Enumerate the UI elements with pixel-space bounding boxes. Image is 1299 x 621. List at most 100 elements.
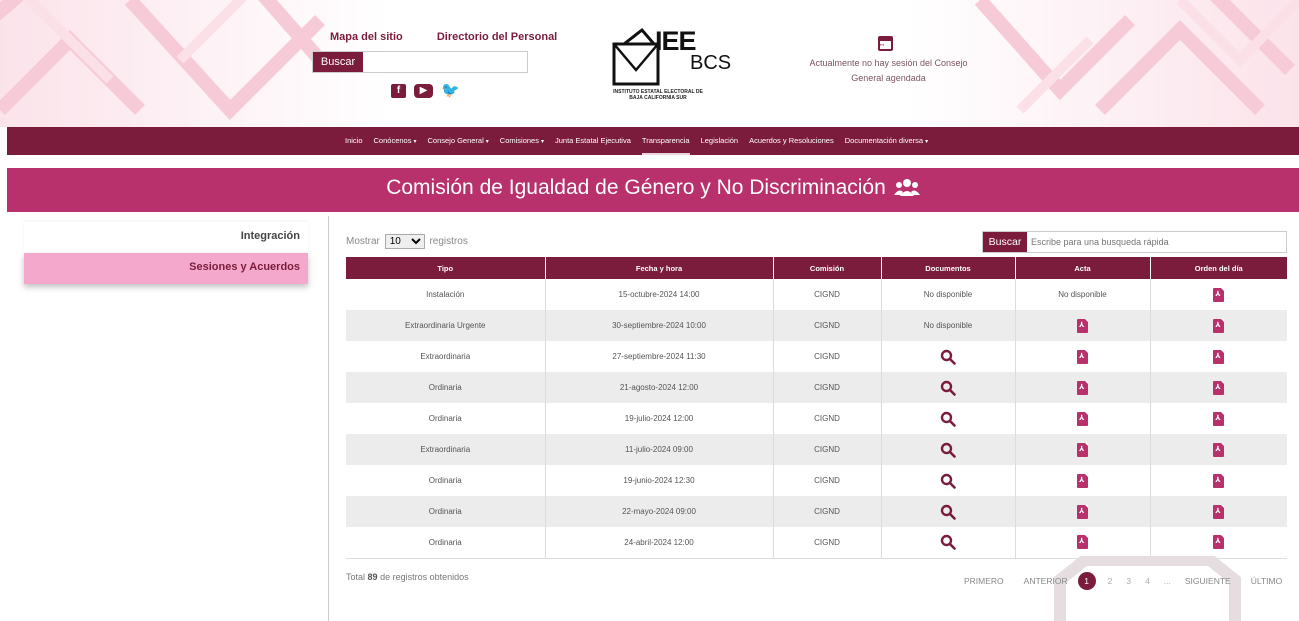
pdf-icon[interactable]: ⅄ xyxy=(1213,349,1225,364)
pdf-icon[interactable]: ⅄ xyxy=(1077,535,1088,550)
show-label: Mostrar xyxy=(346,236,380,248)
col-orden[interactable]: Orden del día xyxy=(1150,257,1287,279)
cell-orden: ⅄ xyxy=(1150,403,1287,434)
cell-comision: CIGND xyxy=(773,372,882,403)
pdf-icon[interactable]: ⅄ xyxy=(1213,287,1225,302)
cell-orden: ⅄ xyxy=(1150,310,1287,341)
nav-item-legislacion[interactable]: Legislación xyxy=(701,127,739,155)
pager-page-current[interactable]: 1 xyxy=(1077,572,1096,590)
nav-item-acuerdos[interactable]: Acuerdos y Resoluciones xyxy=(749,127,834,155)
page-size-select[interactable]: 10 xyxy=(384,234,425,249)
staff-directory-link[interactable]: Directorio del Personal xyxy=(437,31,557,43)
logo-bcs: BCS xyxy=(690,52,732,74)
pdf-glyph: ⅄ xyxy=(1079,538,1085,546)
nav-label: Documentación diversa xyxy=(844,136,924,145)
nav-item-consejo-general[interactable]: Consejo General ▾ xyxy=(427,127,488,155)
nav-label: Transparencia xyxy=(641,136,690,145)
pdf-icon[interactable]: ⅄ xyxy=(1077,473,1088,488)
pdf-icon[interactable]: ⅄ xyxy=(1077,504,1088,519)
pagination: PRIMERO ANTERIOR 1 2 3 4 ... SIGUIENTE Ú… xyxy=(964,572,1282,590)
youtube-icon[interactable]: ▶ xyxy=(414,84,433,98)
pdf-glyph: ⅄ xyxy=(1215,476,1221,484)
pdf-icon[interactable]: ⅄ xyxy=(1077,349,1088,364)
search-icon[interactable] xyxy=(940,504,956,520)
cell-tipo: Ordinaria xyxy=(346,403,546,434)
site-map-link[interactable]: Mapa del sitio xyxy=(330,31,403,43)
nav-item-inicio[interactable]: Inicio xyxy=(345,127,363,155)
table-row: Extraordinaria Urgente 30-septiembre-2024… xyxy=(346,310,1287,341)
pdf-icon[interactable]: ⅄ xyxy=(1213,535,1225,550)
pdf-icon[interactable]: ⅄ xyxy=(1077,411,1088,426)
table-header-row: Tipo Fecha y hora Comisión Documentos Ac… xyxy=(346,257,1287,279)
cell-documentos: No disponible xyxy=(881,310,1016,341)
pdf-glyph: ⅄ xyxy=(1079,507,1085,515)
nav-item-junta[interactable]: Junta Estatal Ejecutiva xyxy=(555,127,631,155)
calendar-icon xyxy=(878,36,893,51)
sidebar: Integración Sesiones y Acuerdos xyxy=(24,222,308,284)
col-acta[interactable]: Acta xyxy=(1015,257,1151,279)
pdf-glyph: ⅄ xyxy=(1079,383,1085,391)
cell-comision: CIGND xyxy=(773,341,882,372)
search-icon[interactable] xyxy=(940,349,956,365)
cell-orden: ⅄ xyxy=(1150,372,1287,403)
sessions-table: Tipo Fecha y hora Comisión Documentos Ac… xyxy=(346,257,1287,559)
facebook-icon[interactable]: f xyxy=(391,84,406,98)
pdf-icon[interactable]: ⅄ xyxy=(1213,380,1225,395)
pdf-icon[interactable]: ⅄ xyxy=(1213,504,1225,519)
pdf-icon[interactable]: ⅄ xyxy=(1213,473,1225,488)
cell-tipo: Ordinaria xyxy=(346,527,546,558)
nav-item-transparencia[interactable]: Transparencia xyxy=(641,127,690,155)
search-icon[interactable] xyxy=(940,473,956,489)
nav-item-documentacion[interactable]: Documentación diversa ▾ xyxy=(845,127,928,155)
search-icon[interactable] xyxy=(940,380,956,396)
cell-tipo: Extraordinaria Urgente xyxy=(346,310,546,341)
pager-page[interactable]: 4 xyxy=(1145,576,1150,586)
pdf-glyph: ⅄ xyxy=(1079,321,1085,329)
pager-first[interactable]: PRIMERO xyxy=(964,576,1004,586)
pdf-glyph: ⅄ xyxy=(1215,383,1221,391)
quick-search-button[interactable]: Buscar xyxy=(983,232,1027,252)
cell-comision: CIGND xyxy=(773,496,882,527)
nav-label: Acuerdos y Resoluciones xyxy=(749,136,834,145)
pager-page[interactable]: 3 xyxy=(1126,576,1131,586)
cell-acta: ⅄ xyxy=(1015,465,1151,496)
quick-search-input[interactable] xyxy=(1031,232,1281,252)
main-nav: Inicio Conócenos ▾ Consejo General ▾ Comis… xyxy=(7,127,1299,155)
header-search-input[interactable] xyxy=(363,52,527,72)
sidebar-item-sesiones[interactable]: Sesiones y Acuerdos xyxy=(24,253,308,284)
sidebar-item-integracion[interactable]: Integración xyxy=(24,222,308,253)
pdf-icon[interactable]: ⅄ xyxy=(1213,411,1225,426)
search-icon[interactable] xyxy=(940,442,956,458)
col-comision[interactable]: Comisión xyxy=(773,257,882,279)
pager-prev[interactable]: ANTERIOR xyxy=(1024,576,1068,586)
cell-tipo: Instalación xyxy=(346,279,546,310)
pager-next[interactable]: SIGUIENTE xyxy=(1185,576,1231,586)
pdf-icon[interactable]: ⅄ xyxy=(1213,442,1225,457)
pdf-icon[interactable]: ⅄ xyxy=(1077,380,1088,395)
page-title-text: Comisión de Igualdad de Género y No Disc… xyxy=(386,176,886,199)
cell-documentos xyxy=(881,403,1016,434)
table-row: Ordinaria 22-mayo-2024 09:00 CIGND ⅄ ⅄ xyxy=(346,496,1287,527)
top-links: Mapa del sitio Directorio del Personal xyxy=(330,31,588,43)
pdf-glyph: ⅄ xyxy=(1215,321,1221,329)
pdf-icon[interactable]: ⅄ xyxy=(1077,318,1088,333)
nav-item-comisiones[interactable]: Comisiones ▾ xyxy=(500,127,544,155)
pdf-icon[interactable]: ⅄ xyxy=(1077,442,1088,457)
col-tipo[interactable]: Tipo xyxy=(346,257,546,279)
pager-last[interactable]: ÚLTIMO xyxy=(1251,576,1282,586)
col-fecha[interactable]: Fecha y hora xyxy=(545,257,774,279)
nav-item-conocenos[interactable]: Conócenos ▾ xyxy=(374,127,417,155)
chevron-down-icon: ▾ xyxy=(540,139,544,145)
search-icon[interactable] xyxy=(940,411,956,427)
header-search-button[interactable]: Buscar xyxy=(313,52,363,72)
pdf-icon[interactable]: ⅄ xyxy=(1213,318,1225,333)
cell-orden: ⅄ xyxy=(1150,465,1287,496)
nav-label: Conócenos xyxy=(373,136,412,145)
cell-acta: No disponible xyxy=(1015,279,1151,310)
cell-acta: ⅄ xyxy=(1015,527,1151,558)
total-records: Total 89 de registros obtenidos xyxy=(346,572,469,582)
twitter-icon[interactable]: 🐦 xyxy=(441,83,460,98)
pager-page[interactable]: 2 xyxy=(1108,576,1113,586)
col-documentos[interactable]: Documentos xyxy=(881,257,1016,279)
search-icon[interactable] xyxy=(940,534,956,551)
